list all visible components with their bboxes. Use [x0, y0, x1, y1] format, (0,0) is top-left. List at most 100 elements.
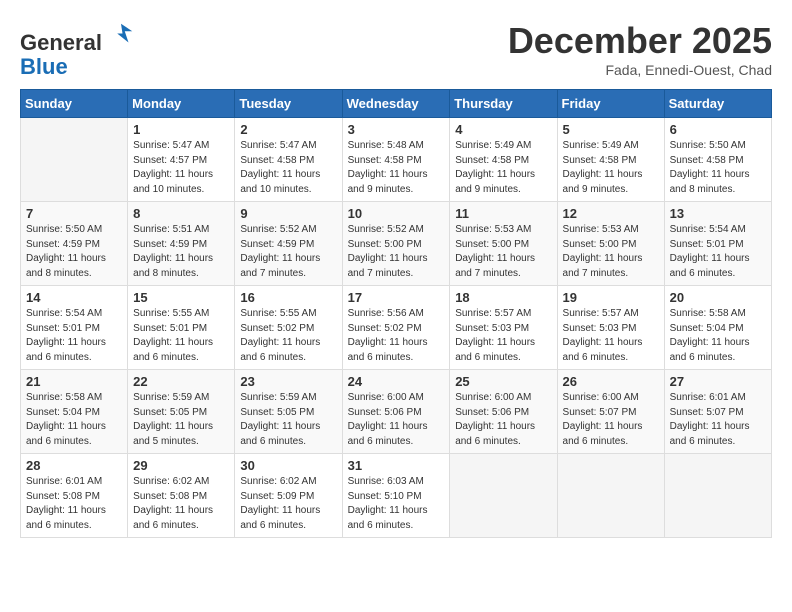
day-info: Sunrise: 5:54 AMSunset: 5:01 PMDaylight:…	[670, 223, 766, 281]
calendar-cell	[21, 118, 128, 202]
day-number: 4	[455, 122, 551, 137]
calendar-cell: 7Sunrise: 5:50 AMSunset: 4:59 PMDaylight…	[21, 202, 128, 286]
calendar-week-row: 7Sunrise: 5:50 AMSunset: 4:59 PMDaylight…	[21, 202, 772, 286]
day-number: 29	[133, 458, 229, 473]
calendar-cell: 11Sunrise: 5:53 AMSunset: 5:00 PMDayligh…	[450, 202, 557, 286]
calendar-cell: 3 Sunrise: 5:48 AMSunset: 4:58 PMDaylight…	[342, 118, 450, 202]
day-of-week-header: Sunday	[21, 90, 128, 118]
day-info: Sunrise: 6:02 AMSunset: 5:08 PMDaylight:…	[133, 475, 229, 533]
day-info: Sunrise: 5:58 AMSunset: 5:04 PMDaylight:…	[670, 307, 766, 365]
page-header: General Blue December 2025 Fada, Ennedi-…	[20, 20, 772, 79]
calendar-cell: 12 Sunrise: 5:53 AMSunset: 5:00 PMDayligh…	[557, 202, 664, 286]
day-number: 8	[133, 206, 229, 221]
day-info: Sunrise: 5:52 AMSunset: 4:59 PMDaylight:…	[240, 223, 336, 281]
day-info: Sunrise: 6:00 AMSunset: 5:06 PMDaylight:…	[455, 391, 551, 449]
day-number: 1	[133, 122, 229, 137]
day-info: Sunrise: 5:58 AMSunset: 5:04 PMDaylight:…	[26, 391, 122, 449]
calendar-cell: 13 Sunrise: 5:54 AMSunset: 5:01 PMDayligh…	[664, 202, 771, 286]
day-of-week-header: Saturday	[664, 90, 771, 118]
day-info: Sunrise: 5:54 AMSunset: 5:01 PMDaylight:…	[26, 307, 122, 365]
calendar-cell: 25 Sunrise: 6:00 AMSunset: 5:06 PMDayligh…	[450, 370, 557, 454]
day-info: Sunrise: 6:00 AMSunset: 5:07 PMDaylight:…	[563, 391, 659, 449]
day-info: Sunrise: 6:02 AMSunset: 5:09 PMDaylight:…	[240, 475, 336, 533]
calendar-cell: 8 Sunrise: 5:51 AMSunset: 4:59 PMDaylight…	[128, 202, 235, 286]
day-number: 14	[26, 290, 122, 305]
day-info: Sunrise: 5:59 AMSunset: 5:05 PMDaylight:…	[133, 391, 229, 449]
day-number: 6	[670, 122, 766, 137]
day-of-week-header: Thursday	[450, 90, 557, 118]
calendar-week-row: 1 Sunrise: 5:47 AMSunset: 4:57 PMDaylight…	[21, 118, 772, 202]
day-number: 20	[670, 290, 766, 305]
day-number: 13	[670, 206, 766, 221]
day-info: Sunrise: 5:51 AMSunset: 4:59 PMDaylight:…	[133, 223, 229, 281]
day-info: Sunrise: 6:01 AMSunset: 5:08 PMDaylight:…	[26, 475, 122, 533]
calendar-cell: 19Sunrise: 5:57 AMSunset: 5:03 PMDayligh…	[557, 286, 664, 370]
calendar-cell	[664, 454, 771, 538]
calendar-cell: 10Sunrise: 5:52 AMSunset: 5:00 PMDayligh…	[342, 202, 450, 286]
calendar-cell: 14 Sunrise: 5:54 AMSunset: 5:01 PMDayligh…	[21, 286, 128, 370]
day-of-week-header: Friday	[557, 90, 664, 118]
day-number: 15	[133, 290, 229, 305]
day-number: 2	[240, 122, 336, 137]
calendar-cell: 22Sunrise: 5:59 AMSunset: 5:05 PMDayligh…	[128, 370, 235, 454]
location: Fada, Ennedi-Ouest, Chad	[508, 62, 772, 78]
day-number: 21	[26, 374, 122, 389]
day-number: 10	[348, 206, 445, 221]
calendar-cell: 26 Sunrise: 6:00 AMSunset: 5:07 PMDayligh…	[557, 370, 664, 454]
day-number: 23	[240, 374, 336, 389]
day-info: Sunrise: 6:00 AMSunset: 5:06 PMDaylight:…	[348, 391, 445, 449]
month-title: December 2025	[508, 20, 772, 62]
logo-blue: Blue	[20, 54, 68, 79]
day-number: 17	[348, 290, 445, 305]
day-info: Sunrise: 5:49 AMSunset: 4:58 PMDaylight:…	[455, 139, 551, 197]
day-number: 12	[563, 206, 659, 221]
day-info: Sunrise: 5:59 AMSunset: 5:05 PMDaylight:…	[240, 391, 336, 449]
day-info: Sunrise: 5:57 AMSunset: 5:03 PMDaylight:…	[455, 307, 551, 365]
day-number: 26	[563, 374, 659, 389]
day-number: 28	[26, 458, 122, 473]
calendar-cell: 23 Sunrise: 5:59 AMSunset: 5:05 PMDayligh…	[235, 370, 342, 454]
day-info: Sunrise: 5:48 AMSunset: 4:58 PMDaylight:…	[348, 139, 445, 197]
calendar-week-row: 14 Sunrise: 5:54 AMSunset: 5:01 PMDayligh…	[21, 286, 772, 370]
calendar-cell: 18Sunrise: 5:57 AMSunset: 5:03 PMDayligh…	[450, 286, 557, 370]
calendar-cell: 30Sunrise: 6:02 AMSunset: 5:09 PMDayligh…	[235, 454, 342, 538]
day-info: Sunrise: 5:55 AMSunset: 5:02 PMDaylight:…	[240, 307, 336, 365]
day-info: Sunrise: 5:56 AMSunset: 5:02 PMDaylight:…	[348, 307, 445, 365]
calendar-cell: 9Sunrise: 5:52 AMSunset: 4:59 PMDaylight…	[235, 202, 342, 286]
day-number: 3	[348, 122, 445, 137]
day-info: Sunrise: 6:03 AMSunset: 5:10 PMDaylight:…	[348, 475, 445, 533]
day-info: Sunrise: 5:50 AMSunset: 4:58 PMDaylight:…	[670, 139, 766, 197]
calendar-cell: 5Sunrise: 5:49 AMSunset: 4:58 PMDaylight…	[557, 118, 664, 202]
calendar-cell: 15 Sunrise: 5:55 AMSunset: 5:01 PMDayligh…	[128, 286, 235, 370]
day-number: 31	[348, 458, 445, 473]
day-info: Sunrise: 6:01 AMSunset: 5:07 PMDaylight:…	[670, 391, 766, 449]
day-info: Sunrise: 5:53 AMSunset: 5:00 PMDaylight:…	[563, 223, 659, 281]
day-of-week-header: Monday	[128, 90, 235, 118]
calendar-cell	[557, 454, 664, 538]
calendar-week-row: 28 Sunrise: 6:01 AMSunset: 5:08 PMDayligh…	[21, 454, 772, 538]
day-number: 24	[348, 374, 445, 389]
calendar-cell: 27 Sunrise: 6:01 AMSunset: 5:07 PMDayligh…	[664, 370, 771, 454]
calendar-cell	[450, 454, 557, 538]
day-number: 7	[26, 206, 122, 221]
day-number: 19	[563, 290, 659, 305]
calendar-cell: 4 Sunrise: 5:49 AMSunset: 4:58 PMDaylight…	[450, 118, 557, 202]
day-info: Sunrise: 5:55 AMSunset: 5:01 PMDaylight:…	[133, 307, 229, 365]
calendar-cell: 29 Sunrise: 6:02 AMSunset: 5:08 PMDayligh…	[128, 454, 235, 538]
day-info: Sunrise: 5:47 AMSunset: 4:57 PMDaylight:…	[133, 139, 229, 197]
day-number: 16	[240, 290, 336, 305]
calendar-cell: 28 Sunrise: 6:01 AMSunset: 5:08 PMDayligh…	[21, 454, 128, 538]
calendar-cell: 31 Sunrise: 6:03 AMSunset: 5:10 PMDayligh…	[342, 454, 450, 538]
day-number: 27	[670, 374, 766, 389]
day-number: 5	[563, 122, 659, 137]
title-block: December 2025 Fada, Ennedi-Ouest, Chad	[508, 20, 772, 78]
logo: General Blue	[20, 20, 136, 79]
calendar-cell: 16 Sunrise: 5:55 AMSunset: 5:02 PMDayligh…	[235, 286, 342, 370]
calendar-cell: 2Sunrise: 5:47 AMSunset: 4:58 PMDaylight…	[235, 118, 342, 202]
day-info: Sunrise: 5:53 AMSunset: 5:00 PMDaylight:…	[455, 223, 551, 281]
calendar-cell: 24 Sunrise: 6:00 AMSunset: 5:06 PMDayligh…	[342, 370, 450, 454]
calendar-header-row: SundayMondayTuesdayWednesdayThursdayFrid…	[21, 90, 772, 118]
day-of-week-header: Tuesday	[235, 90, 342, 118]
day-number: 25	[455, 374, 551, 389]
calendar-week-row: 21 Sunrise: 5:58 AMSunset: 5:04 PMDayligh…	[21, 370, 772, 454]
